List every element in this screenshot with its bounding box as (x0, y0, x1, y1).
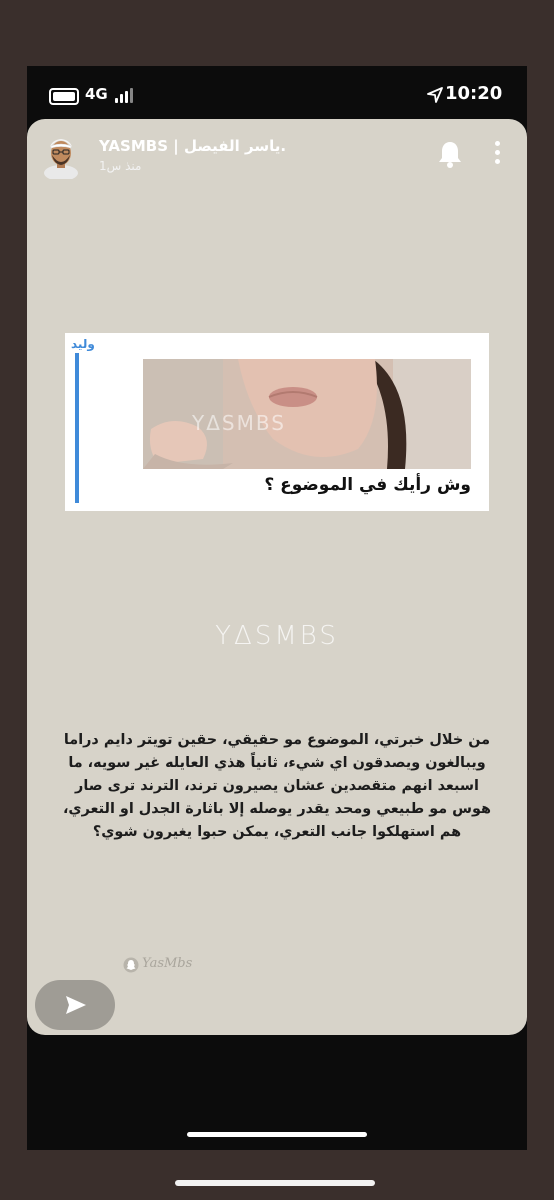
user-name[interactable]: YASMBS | ياسر الفيصل. (99, 137, 286, 155)
embed-caption: وش رأيك في الموضوع ؟ (264, 475, 471, 495)
story-body-text: من خلال خبرتي، الموضوع مو حقيقي، حقين تو… (49, 729, 505, 844)
avatar[interactable] (42, 133, 80, 179)
status-bar: 4G 10:20 (27, 66, 527, 124)
home-indicator[interactable] (187, 1132, 367, 1137)
network-type: 4G (85, 85, 108, 103)
send-button[interactable] (35, 980, 115, 1030)
embedded-tweet: وليد YΔSMBS وش رأيك في الموضوع ؟ (65, 333, 489, 511)
bell-icon[interactable] (437, 140, 463, 168)
battery-icon (49, 88, 79, 105)
bottom-bar (175, 1180, 375, 1186)
story-card[interactable]: YASMBS | ياسر الفيصل. منذ س1 وليد YΔSMBS… (27, 119, 527, 1035)
signature-text: YasMbs (142, 956, 193, 971)
body-line: هوس مو طبيعي ومحد يقدر يوصله إلا باثارة … (62, 801, 492, 817)
embed-accent-bar (75, 353, 79, 503)
send-arrow-icon (66, 996, 86, 1014)
snapchat-ghost-icon (123, 957, 139, 973)
embed-author: وليد (71, 337, 95, 351)
location-arrow-icon (427, 87, 443, 103)
body-line: ويبالغون ويصدقون اي شيء، ثانياً هذي العا… (68, 755, 486, 771)
signal-icon (115, 87, 137, 103)
body-line: اسبعد انهم متقصدين عشان يصيرون ترند، الت… (75, 778, 479, 794)
more-vertical-icon[interactable] (493, 141, 501, 169)
post-time: منذ س1 (99, 159, 142, 173)
phone-screen: 4G 10:20 YASMBS | ياسر الفيصل. منذ س1 ول… (27, 66, 527, 1150)
body-line: هم استهلكوا جانب التعري، يمكن حبوا يغيرو… (92, 824, 462, 840)
clock: 10:20 (445, 83, 503, 104)
video-watermark: YΔSMBS (192, 411, 286, 435)
center-watermark: YΔSMBS (215, 621, 339, 651)
body-line: من خلال خبرتي، الموضوع مو حقيقي، حقين تو… (63, 732, 491, 748)
